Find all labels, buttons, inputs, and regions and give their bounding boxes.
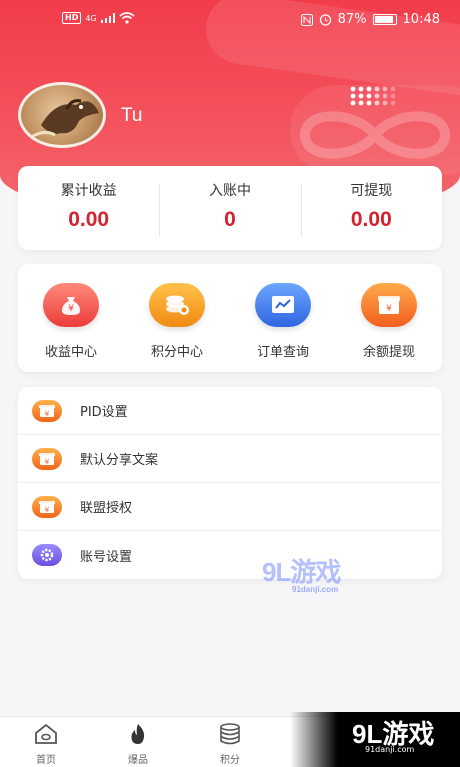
- svg-text:¥: ¥: [45, 506, 50, 514]
- money-bag-icon: ¥: [43, 283, 99, 327]
- menu-label: 订单查询: [256, 345, 309, 360]
- chart-icon: [255, 283, 311, 327]
- network-type: 4G: [85, 13, 97, 23]
- list-item-default-share-text[interactable]: ¥ 默认分享文案: [18, 435, 442, 483]
- settings-list: ¥ PID设置 ¥ 默认分享文案 ¥ 联盟授权 账号设置: [18, 387, 442, 579]
- watermark-text: 9L游戏: [262, 557, 341, 587]
- hd-badge: HD: [62, 12, 82, 24]
- stat-label: 累计收益: [60, 183, 117, 199]
- menu-label: 收益中心: [44, 345, 97, 360]
- watermark: 9L游戏 91danji.com: [262, 552, 341, 594]
- svg-text:¥: ¥: [45, 410, 50, 418]
- avatar[interactable]: [18, 82, 106, 148]
- tab-home[interactable]: 首页: [0, 717, 92, 767]
- list-item-account-settings[interactable]: 账号设置: [18, 531, 442, 579]
- status-right: 87% 10:48: [300, 12, 440, 27]
- stat-value: 0.00: [350, 208, 392, 231]
- corner-watermark-sub: 91danji.com: [365, 745, 415, 754]
- list-item-pid-settings[interactable]: ¥ PID设置: [18, 387, 442, 435]
- gear-icon: [32, 544, 62, 566]
- watermark-sub: 91danji.com: [292, 585, 339, 594]
- coins-icon: [149, 283, 205, 327]
- stat-label: 入账中: [208, 183, 251, 199]
- menu-label: 积分中心: [150, 345, 203, 360]
- flame-icon: [131, 724, 145, 744]
- tab-hot-items[interactable]: 爆品: [92, 717, 184, 767]
- earnings-stats-card: 累计收益 0.00 入账中 0 可提现 0.00: [18, 166, 442, 250]
- menu-item-earnings-center[interactable]: ¥ 收益中心: [18, 264, 124, 372]
- infinity-decoration-icon: [299, 111, 451, 159]
- svg-text:¥: ¥: [45, 458, 50, 466]
- stat-total-earnings[interactable]: 累计收益 0.00: [18, 166, 159, 250]
- list-item-label: 联盟授权: [80, 501, 133, 516]
- yuan-box-icon: ¥: [32, 447, 62, 470]
- stat-pending[interactable]: 入账中 0: [159, 166, 300, 250]
- yuan-box-icon: ¥: [32, 495, 62, 518]
- menu-label: 余额提现: [362, 345, 415, 360]
- tab-label: 积分: [220, 755, 240, 766]
- database-icon: [220, 723, 240, 745]
- wifi-icon: [119, 12, 135, 24]
- svg-text:¥: ¥: [386, 304, 392, 314]
- menu-item-order-query[interactable]: 订单查询: [230, 264, 336, 372]
- qr-dots-icon[interactable]: [350, 86, 398, 106]
- svg-text:¥: ¥: [68, 304, 74, 314]
- signal-icon: [100, 13, 115, 23]
- stat-value: 0.00: [68, 208, 110, 231]
- username[interactable]: Tu: [121, 105, 142, 127]
- home-icon: [35, 723, 57, 744]
- stat-value: 0: [224, 208, 236, 231]
- menu-item-points-center[interactable]: 积分中心: [124, 264, 230, 372]
- clock: 10:48: [402, 12, 440, 27]
- list-item-label: PID设置: [80, 405, 128, 420]
- battery-icon: [372, 14, 397, 25]
- status-bar: HD 4G 87% 10:48: [0, 0, 460, 40]
- tab-label: 爆品: [128, 755, 148, 766]
- list-item-label: 账号设置: [80, 549, 133, 565]
- wallet-icon: ¥: [361, 283, 417, 327]
- tab-points[interactable]: 积分: [184, 717, 276, 767]
- alarm-icon: [319, 14, 331, 26]
- feature-menu: ¥ 收益中心 积分中心 订单查询 ¥ 余额提现: [18, 264, 442, 372]
- yuan-box-icon: ¥: [32, 399, 62, 422]
- menu-item-withdraw[interactable]: ¥ 余额提现: [336, 264, 442, 372]
- stat-withdrawable[interactable]: 可提现 0.00: [300, 166, 442, 250]
- list-item-label: 默认分享文案: [80, 453, 159, 468]
- list-item-alliance-authorization[interactable]: ¥ 联盟授权: [18, 483, 442, 531]
- nfc-icon: [300, 13, 313, 26]
- battery-percent: 87%: [337, 12, 367, 27]
- stat-label: 可提现: [350, 183, 393, 199]
- tab-label: 首页: [36, 755, 56, 766]
- status-left: HD 4G: [62, 12, 135, 24]
